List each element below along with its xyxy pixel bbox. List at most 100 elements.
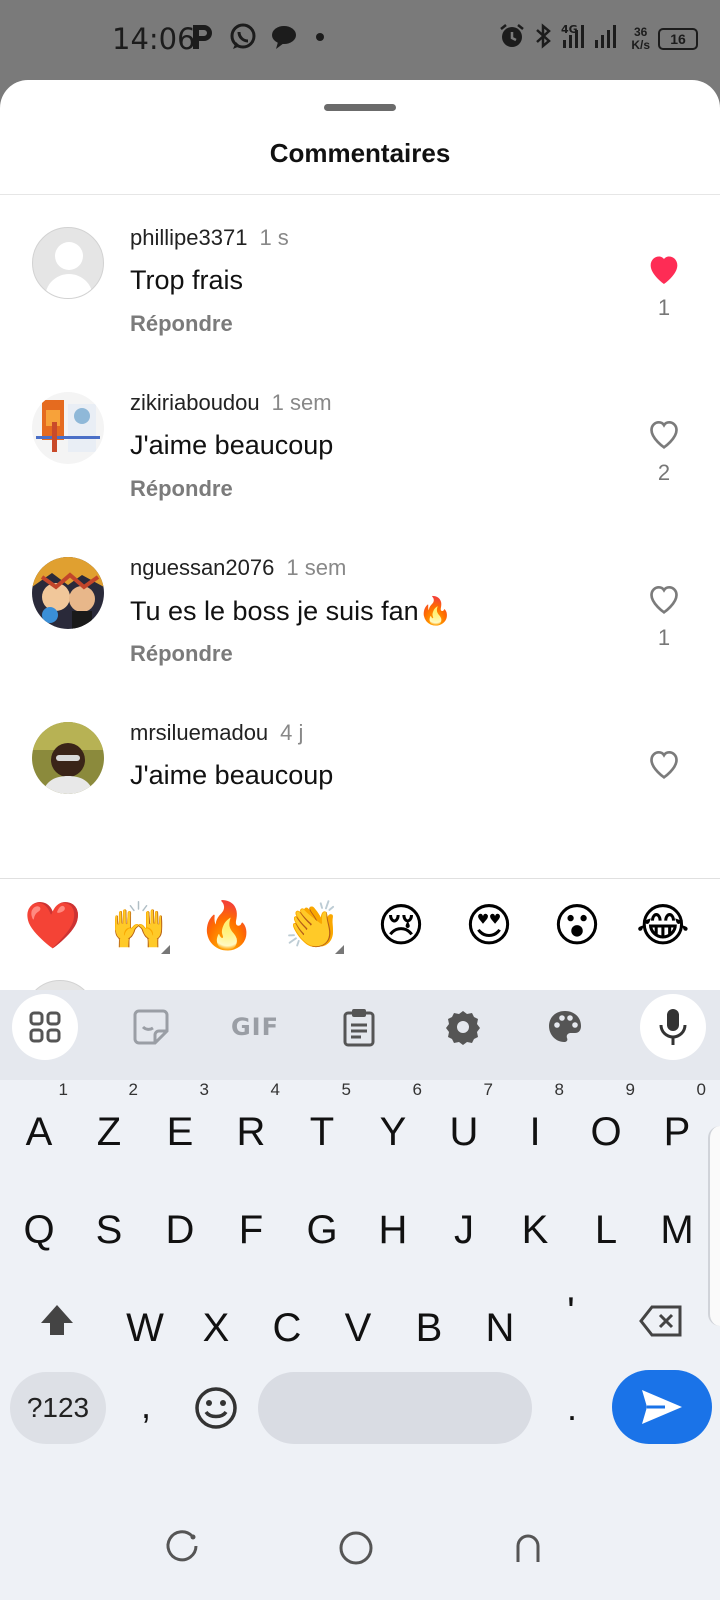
key-r[interactable]: R4 (216, 1080, 286, 1170)
gif-label: GIF (230, 1013, 280, 1041)
key-i[interactable]: I8 (500, 1080, 570, 1170)
emoji-keyboard-icon[interactable] (186, 1372, 246, 1444)
comment-username[interactable]: zikiriaboudou (130, 390, 260, 415)
comment-username[interactable]: phillipe3371 (130, 225, 247, 250)
key-d[interactable]: D (145, 1178, 215, 1268)
comment-text: J'aime beaucoup (130, 760, 334, 790)
reply-button[interactable]: Répondre (130, 476, 233, 502)
emoji-laughing-button[interactable]: 😂 (632, 894, 694, 956)
key-e[interactable]: E3 (145, 1080, 215, 1170)
heart-outline-icon[interactable] (644, 744, 684, 784)
comment-item: phillipe3371 1 s Trop frais Répondre 1 (0, 195, 720, 363)
emoji-clapping-button[interactable]: 👏 (282, 894, 344, 956)
comment-time: 1 sem (271, 390, 332, 415)
p-app-icon (190, 23, 216, 56)
key-p[interactable]: P0 (642, 1080, 712, 1170)
key-n[interactable]: N (465, 1276, 535, 1366)
key-g[interactable]: G (287, 1178, 357, 1268)
key-k[interactable]: K (500, 1178, 570, 1268)
divider (0, 878, 720, 879)
key-s[interactable]: S (74, 1178, 144, 1268)
avatar[interactable] (32, 227, 104, 299)
key-u[interactable]: U7 (429, 1080, 499, 1170)
symbols-key[interactable]: ?123 (10, 1372, 106, 1444)
avatar[interactable] (32, 557, 104, 629)
avatar[interactable] (32, 722, 104, 794)
key-v[interactable]: V (323, 1276, 393, 1366)
back-icon[interactable] (508, 1528, 548, 1568)
like-count: 2 (657, 460, 671, 485)
emoji-surprised-button[interactable]: 😮 (546, 894, 608, 956)
status-time: 14:06 (112, 22, 196, 56)
send-button[interactable] (612, 1370, 712, 1444)
whatsapp-icon (228, 22, 258, 57)
emoji-raised-hands-button[interactable]: 🙌 (108, 894, 170, 956)
heart-outline-icon[interactable] (644, 579, 684, 619)
key-h[interactable]: H (358, 1178, 428, 1268)
comment-username[interactable]: nguessan2076 (130, 555, 274, 580)
clipboard-icon[interactable] (326, 994, 392, 1060)
settings-icon[interactable] (430, 994, 496, 1060)
speed-value: 36 (633, 24, 648, 39)
chat-bubble-icon (270, 24, 298, 55)
key-x[interactable]: X (181, 1276, 251, 1366)
sticker-icon[interactable] (118, 994, 184, 1060)
key-y[interactable]: Y6 (358, 1080, 428, 1170)
apps-grid-icon[interactable] (12, 994, 78, 1060)
recents-icon[interactable] (162, 1528, 202, 1568)
key-a[interactable]: A1 (4, 1080, 74, 1170)
like-count: 1 (657, 295, 671, 320)
backspace-key[interactable] (628, 1276, 698, 1366)
home-icon[interactable] (336, 1528, 376, 1568)
heart-filled-icon[interactable] (644, 249, 684, 289)
comment-list[interactable]: phillipe3371 1 s Trop frais Répondre 1 zi… (0, 195, 720, 878)
comment-time: 1 s (259, 225, 289, 250)
heart-outline-icon[interactable] (644, 414, 684, 454)
sheet-title: Commentaires (269, 138, 451, 168)
navigation-bar (0, 1490, 720, 1600)
keyboard-toolbar: GIF (0, 990, 720, 1080)
key-z[interactable]: Z2 (74, 1080, 144, 1170)
emoji-reaction-bar: ❤️ 🙌 🔥 👏 😢 😍 😮 😂 (0, 894, 720, 960)
keyboard-side-handle[interactable] (708, 1126, 720, 1326)
skin-tone-indicator (161, 945, 170, 954)
key-t[interactable]: T5 (287, 1080, 357, 1170)
emoji-heart-button[interactable]: ❤️ (22, 894, 84, 956)
microphone-icon[interactable] (640, 994, 706, 1060)
dot-icon (310, 27, 330, 52)
period-key[interactable]: . (552, 1372, 592, 1444)
key-w[interactable]: W (110, 1276, 180, 1366)
key-c[interactable]: C (252, 1276, 322, 1366)
keyboard: GIF A1 Z2 E3 R4 T5 Y6 U7 I8 O9 P0 Q S D … (0, 990, 720, 1600)
bluetooth-icon (533, 23, 553, 54)
network-speed: 36 K/s (631, 24, 650, 52)
emoji-heart-eyes-button[interactable]: 😍 (458, 894, 520, 956)
emoji-crying-button[interactable]: 😢 (370, 894, 432, 956)
gif-button[interactable]: GIF (222, 994, 288, 1060)
reply-button[interactable]: Répondre (130, 311, 233, 337)
comma-key[interactable]: , (126, 1370, 166, 1442)
space-bar[interactable] (258, 1372, 532, 1444)
key-j[interactable]: J (429, 1178, 499, 1268)
key-m[interactable]: M (642, 1178, 712, 1268)
key-b[interactable]: B (394, 1276, 464, 1366)
palette-icon[interactable] (532, 994, 598, 1060)
emoji-fire-button[interactable]: 🔥 (196, 894, 258, 956)
drag-handle[interactable] (324, 104, 396, 111)
status-bar: 14:06 4G 36 K/s 16 (0, 0, 720, 80)
avatar[interactable] (32, 392, 104, 464)
key-f[interactable]: F (216, 1178, 286, 1268)
comment-time: 4 j (280, 720, 304, 745)
comment-text: J'aime beaucoup (130, 430, 334, 460)
comment-item: nguessan2076 1 sem Tu es le boss je suis … (0, 525, 720, 693)
key-q[interactable]: Q (4, 1178, 74, 1268)
shift-key[interactable] (22, 1276, 92, 1366)
comment-username[interactable]: mrsiluemadou (130, 720, 268, 745)
key-l[interactable]: L (571, 1178, 641, 1268)
key-o[interactable]: O9 (571, 1080, 641, 1170)
speed-unit: K/s (631, 37, 650, 52)
comment-text: Tu es le boss je suis fan🔥 (130, 596, 453, 626)
key-apostrophe[interactable]: ' (536, 1260, 606, 1350)
comment-item: mrsiluemadou 4 j J'aime beaucoup (0, 690, 720, 858)
reply-button[interactable]: Répondre (130, 641, 233, 667)
